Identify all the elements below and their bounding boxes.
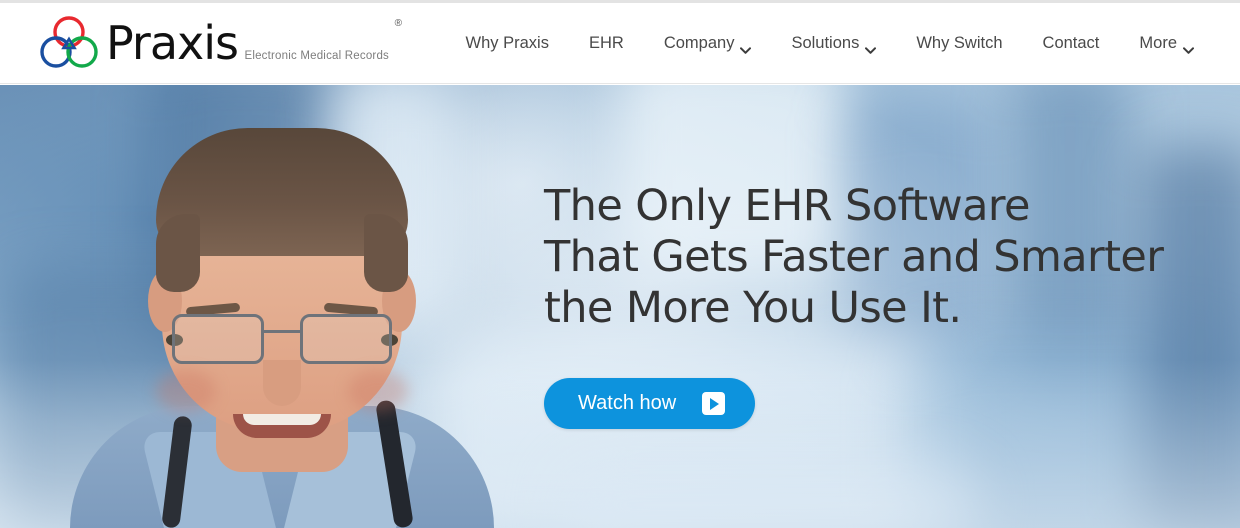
nav-item-solutions[interactable]: Solutions: [791, 26, 877, 61]
headline-line-2: That Gets Faster and Smarter: [544, 232, 1164, 282]
page-root: Praxis ® Electronic Medical Records Why …: [0, 0, 1240, 528]
nav-item-ehr[interactable]: EHR: [589, 26, 624, 61]
site-header: Praxis ® Electronic Medical Records Why …: [0, 3, 1240, 84]
watch-how-label: Watch how: [578, 392, 677, 414]
hero-headline: The Only EHR Software That Gets Faster a…: [544, 181, 1184, 334]
nav-item-more[interactable]: More: [1139, 26, 1194, 61]
nav-label: Solutions: [791, 33, 860, 52]
brand-name: Praxis: [106, 16, 239, 70]
brand-text: Praxis ® Electronic Medical Records: [106, 18, 402, 66]
play-icon: [702, 392, 726, 415]
watch-how-button[interactable]: Watch how: [544, 378, 756, 429]
chevron-down-icon: [1183, 40, 1194, 54]
nav-item-why-switch[interactable]: Why Switch: [916, 26, 1002, 61]
nav-item-why-praxis[interactable]: Why Praxis: [466, 26, 549, 61]
nav-item-company[interactable]: Company: [664, 26, 752, 61]
doctor-portrait: [70, 98, 494, 528]
nav-label: Why Switch: [916, 33, 1003, 52]
chevron-down-icon: [740, 40, 752, 54]
headline-line-3: the More You Use It.: [544, 283, 962, 333]
nav-label: More: [1139, 33, 1177, 52]
nav-label: Contact: [1042, 33, 1100, 52]
brand-tagline: Electronic Medical Records: [244, 50, 389, 62]
three-interlocking-circles-logo-icon: [38, 15, 100, 71]
nav-item-contact[interactable]: Contact: [1043, 26, 1100, 61]
headline-line-1: The Only EHR Software: [544, 181, 1030, 231]
registered-mark: ®: [394, 18, 402, 29]
nav-label: Company: [663, 33, 735, 52]
hero-banner: The Only EHR Software That Gets Faster a…: [0, 85, 1240, 528]
main-navigation: Why Praxis EHR Company Solutions Why Swi…: [466, 26, 1194, 61]
nav-label: EHR: [588, 33, 624, 52]
chevron-down-icon: [865, 40, 877, 54]
hero-copy: The Only EHR Software That Gets Faster a…: [544, 181, 1184, 429]
nav-label: Why Praxis: [465, 33, 549, 52]
brand-logo-link[interactable]: Praxis ® Electronic Medical Records: [38, 15, 402, 71]
